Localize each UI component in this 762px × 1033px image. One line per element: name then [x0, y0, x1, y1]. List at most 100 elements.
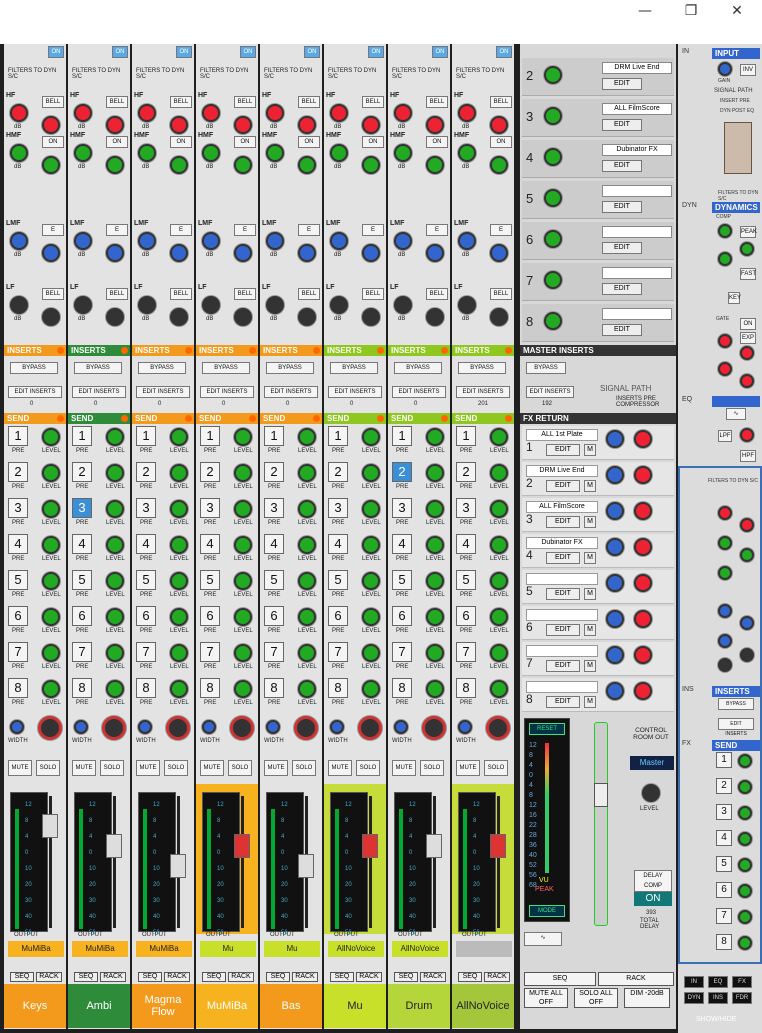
fx-return-edit-button[interactable]: EDIT	[546, 660, 580, 672]
channel-name[interactable]: Mu	[324, 984, 386, 1028]
bypass-button[interactable]: BYPASS	[266, 362, 314, 374]
output-select[interactable]: Mu	[200, 941, 256, 957]
lf-mode-button[interactable]: BELL	[298, 288, 320, 300]
show-dyn-button[interactable]: DYN	[684, 992, 704, 1004]
ratio-knob[interactable]	[718, 224, 732, 238]
hf-on-button[interactable]: ON	[432, 46, 448, 58]
mini-lmf-q-knob[interactable]	[718, 634, 732, 648]
pan-knob[interactable]	[294, 716, 318, 740]
send-6-level-knob[interactable]	[426, 608, 444, 626]
filters-to-dyn-toggle[interactable]: FILTERS TO DYN S/C	[72, 68, 126, 80]
hf-freq-knob[interactable]	[426, 116, 444, 134]
hmf-freq-knob[interactable]	[426, 156, 444, 174]
seq-button[interactable]: SEQ	[74, 972, 98, 982]
channel-name[interactable]: Magma Flow	[132, 984, 194, 1028]
mini-send-2-knob[interactable]	[738, 780, 752, 794]
lf-mode-button[interactable]: BELL	[106, 288, 128, 300]
send-6-button[interactable]: 6	[264, 606, 284, 626]
send-2-level-knob[interactable]	[170, 464, 188, 482]
fx-return-pan-knob[interactable]	[634, 466, 652, 484]
output-select[interactable]: AllNoVoice	[392, 941, 448, 957]
hf-freq-knob[interactable]	[234, 116, 252, 134]
fx-slot-level-knob[interactable]	[544, 148, 562, 166]
send-3-level-knob[interactable]	[362, 500, 380, 518]
lf-gain-knob[interactable]	[330, 296, 348, 314]
fx-slot-edit-button[interactable]: EDIT	[602, 283, 642, 295]
send-5-level-knob[interactable]	[42, 572, 60, 590]
send-8-level-knob[interactable]	[490, 680, 508, 698]
fx-slot-level-knob[interactable]	[544, 312, 562, 330]
channel-fader[interactable]	[106, 834, 122, 858]
send-3-level-knob[interactable]	[234, 500, 252, 518]
hf-mode-button[interactable]: BELL	[106, 96, 128, 108]
master-fader[interactable]	[594, 783, 608, 807]
mini-send-3-knob[interactable]	[738, 806, 752, 820]
lmf-gain-knob[interactable]	[74, 232, 92, 250]
edit-inserts-button[interactable]: EDIT INSERTS	[200, 386, 254, 398]
fx-return-pan-knob[interactable]	[634, 610, 652, 628]
fx-return-m-button[interactable]: M	[584, 552, 596, 564]
send-5-button[interactable]: 5	[8, 570, 28, 590]
send-4-button[interactable]: 4	[136, 534, 156, 554]
send-7-level-knob[interactable]	[234, 644, 252, 662]
hmf-mode-button[interactable]: ON	[42, 136, 64, 148]
send-5-level-knob[interactable]	[170, 572, 188, 590]
lf-freq-knob[interactable]	[362, 308, 380, 326]
insert-pre-mini[interactable]: INSERT PRE	[720, 98, 750, 104]
pan-knob[interactable]	[486, 716, 510, 740]
meter-reset-button[interactable]: RESET	[529, 723, 565, 735]
lmf-mode-button[interactable]: E	[362, 224, 384, 236]
fx-slot-level-knob[interactable]	[544, 189, 562, 207]
mini-send-3-button[interactable]: 3	[716, 804, 732, 820]
output-select[interactable]: AllNoVoice	[328, 941, 384, 957]
send-5-button[interactable]: 5	[328, 570, 348, 590]
rack-button[interactable]: RACK	[356, 972, 382, 982]
send-8-button[interactable]: 8	[200, 678, 220, 698]
channel-fader[interactable]	[362, 834, 378, 858]
send-7-button[interactable]: 7	[8, 642, 28, 662]
lf-mode-button[interactable]: BELL	[234, 288, 256, 300]
show-eq-button[interactable]: EQ	[708, 976, 728, 988]
mini-send-7-knob[interactable]	[738, 910, 752, 924]
send-1-level-knob[interactable]	[298, 428, 316, 446]
mini-send-6-knob[interactable]	[738, 884, 752, 898]
hmf-mode-button[interactable]: ON	[298, 136, 320, 148]
lf-freq-knob[interactable]	[490, 308, 508, 326]
mini-lf-knob[interactable]	[718, 658, 732, 672]
hf-gain-knob[interactable]	[394, 104, 412, 122]
fx-return-level-knob[interactable]	[606, 466, 624, 484]
hf-mode-button[interactable]: BELL	[362, 96, 384, 108]
width-knob[interactable]	[458, 720, 472, 734]
send-4-level-knob[interactable]	[42, 536, 60, 554]
send-8-level-knob[interactable]	[362, 680, 380, 698]
hmf-freq-knob[interactable]	[490, 156, 508, 174]
width-knob[interactable]	[330, 720, 344, 734]
channel-fader[interactable]	[298, 854, 314, 878]
hmf-gain-knob[interactable]	[266, 144, 284, 162]
lmf-gain-knob[interactable]	[202, 232, 220, 250]
eq-graph-button[interactable]: ∿	[726, 408, 746, 420]
bypass-button[interactable]: BYPASS	[10, 362, 58, 374]
lmf-mode-button[interactable]: E	[426, 224, 448, 236]
filters-to-dyn-toggle[interactable]: FILTERS TO DYN S/C	[200, 68, 254, 80]
send-7-button[interactable]: 7	[328, 642, 348, 662]
bypass-button[interactable]: BYPASS	[138, 362, 186, 374]
hmf-freq-knob[interactable]	[362, 156, 380, 174]
send-7-button[interactable]: 7	[72, 642, 92, 662]
send-4-level-knob[interactable]	[170, 536, 188, 554]
delay-comp-button[interactable]: DELAY COMP	[634, 870, 672, 892]
mute-button[interactable]: MUTE	[392, 760, 416, 776]
mini-send-6-button[interactable]: 6	[716, 882, 732, 898]
send-6-level-knob[interactable]	[298, 608, 316, 626]
fx-return-edit-button[interactable]: EDIT	[546, 696, 580, 708]
lf-mode-button[interactable]: BELL	[362, 288, 384, 300]
send-6-button[interactable]: 6	[136, 606, 156, 626]
send-3-level-knob[interactable]	[426, 500, 444, 518]
solo-button[interactable]: SOLO	[100, 760, 124, 776]
master-fader-track[interactable]	[594, 722, 608, 926]
send-2-button[interactable]: 2	[200, 462, 220, 482]
lmf-gain-knob[interactable]	[266, 232, 284, 250]
hmf-freq-knob[interactable]	[234, 156, 252, 174]
hf-on-button[interactable]: ON	[368, 46, 384, 58]
send-1-level-knob[interactable]	[490, 428, 508, 446]
